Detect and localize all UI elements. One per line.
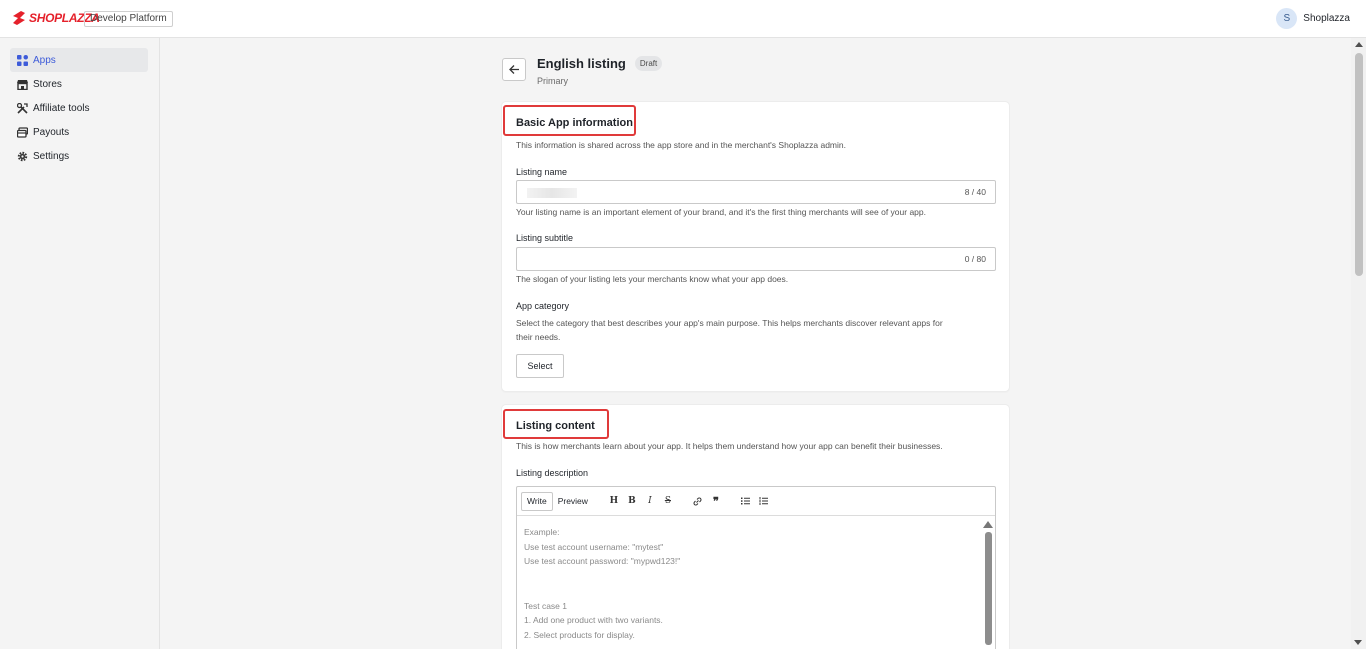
listing-description-label: Listing description (516, 468, 589, 478)
editor-scrollbar[interactable] (983, 518, 993, 649)
sidebar-item-settings[interactable]: Settings (10, 144, 148, 168)
scroll-up-arrow-icon[interactable] (983, 521, 993, 528)
main-content: English listing Draft Primary Basic App … (160, 38, 1351, 649)
listing-subtitle-help: The slogan of your listing lets your mer… (516, 274, 789, 284)
sidebar-item-label: Affiliate tools (33, 102, 90, 114)
platform-tag: Develop Platform (84, 11, 173, 27)
select-category-button[interactable]: Select (516, 354, 564, 378)
listing-subtitle-input[interactable]: 0 / 80 (516, 247, 996, 271)
user-name: Shoplazza (1303, 13, 1350, 24)
markdown-editor[interactable]: Write Preview H B I S ❞ Example: Use tes… (516, 486, 996, 649)
numbered-list-icon[interactable] (755, 492, 773, 510)
gear-icon (17, 151, 28, 161)
listing-content-card: Listing content This is how merchants le… (502, 405, 1009, 649)
scroll-thumb[interactable] (984, 532, 992, 645)
section-title: Listing content (516, 420, 595, 432)
sidebar-item-label: Settings (33, 150, 70, 162)
section-description: This information is shared across the ap… (516, 140, 846, 150)
page-scrollbar[interactable] (1351, 38, 1366, 649)
scroll-up-arrow-icon[interactable] (1354, 42, 1363, 47)
char-counter: 8 / 40 (964, 187, 986, 197)
status-badge: Draft (634, 56, 663, 71)
italic-icon[interactable]: I (641, 492, 659, 510)
sidebar-item-label: Apps (33, 54, 56, 66)
sidebar-item-payouts[interactable]: Payouts (10, 120, 148, 144)
listing-name-help: Your listing name is an important elemen… (516, 207, 926, 217)
bold-icon[interactable]: B (623, 492, 641, 510)
page-subtitle: Primary (537, 76, 568, 86)
listing-name-input[interactable]: 8 / 40 (516, 180, 996, 204)
sidebar-item-stores[interactable]: Stores (10, 72, 148, 96)
page-title: English listing (537, 56, 626, 71)
char-counter: 0 / 80 (964, 254, 986, 264)
user-menu[interactable]: S Shoplazza (1276, 8, 1350, 29)
link-icon[interactable] (689, 492, 707, 510)
tab-write[interactable]: Write (521, 491, 553, 511)
section-description: This is how merchants learn about your a… (516, 441, 943, 451)
logo-icon (13, 11, 25, 25)
sidebar: Apps Stores Affiliate tools Payouts Sett… (0, 38, 160, 649)
sidebar-item-affiliate-tools[interactable]: Affiliate tools (10, 96, 148, 120)
tools-icon (17, 102, 28, 114)
scroll-thumb[interactable] (1354, 53, 1363, 276)
arrow-left-icon (508, 65, 519, 74)
sidebar-item-label: Payouts (33, 126, 70, 138)
avatar: S (1276, 8, 1298, 29)
heading-icon[interactable]: H (605, 492, 623, 510)
app-category-label: App category (516, 301, 570, 311)
back-button[interactable] (502, 58, 526, 81)
app-category-description-2: their needs. (516, 332, 561, 342)
grid-icon (17, 54, 28, 66)
bullet-list-icon[interactable] (737, 492, 755, 510)
title-block: English listing Draft Primary (537, 56, 663, 86)
app-category-description-1: Select the category that best describes … (516, 318, 943, 328)
redacted-value (527, 188, 577, 198)
payouts-icon (17, 126, 28, 138)
tab-preview[interactable]: Preview (553, 492, 593, 511)
scroll-down-arrow-icon[interactable] (1354, 640, 1362, 645)
top-bar: SHOPLAZZA Develop Platform S Shoplazza (0, 0, 1366, 38)
strikethrough-icon[interactable]: S (659, 492, 677, 510)
sidebar-item-label: Stores (33, 78, 62, 90)
store-icon (17, 79, 28, 90)
quote-icon[interactable]: ❞ (707, 492, 725, 510)
basic-info-card: Basic App information This information i… (502, 102, 1009, 391)
editor-placeholder: Example: Use test account username: "myt… (524, 527, 681, 640)
sidebar-item-apps[interactable]: Apps (10, 48, 148, 72)
listing-name-label: Listing name (516, 167, 568, 177)
listing-subtitle-label: Listing subtitle (516, 233, 574, 243)
section-title: Basic App information (516, 117, 633, 129)
editor-toolbar: Write Preview H B I S ❞ (517, 487, 995, 516)
